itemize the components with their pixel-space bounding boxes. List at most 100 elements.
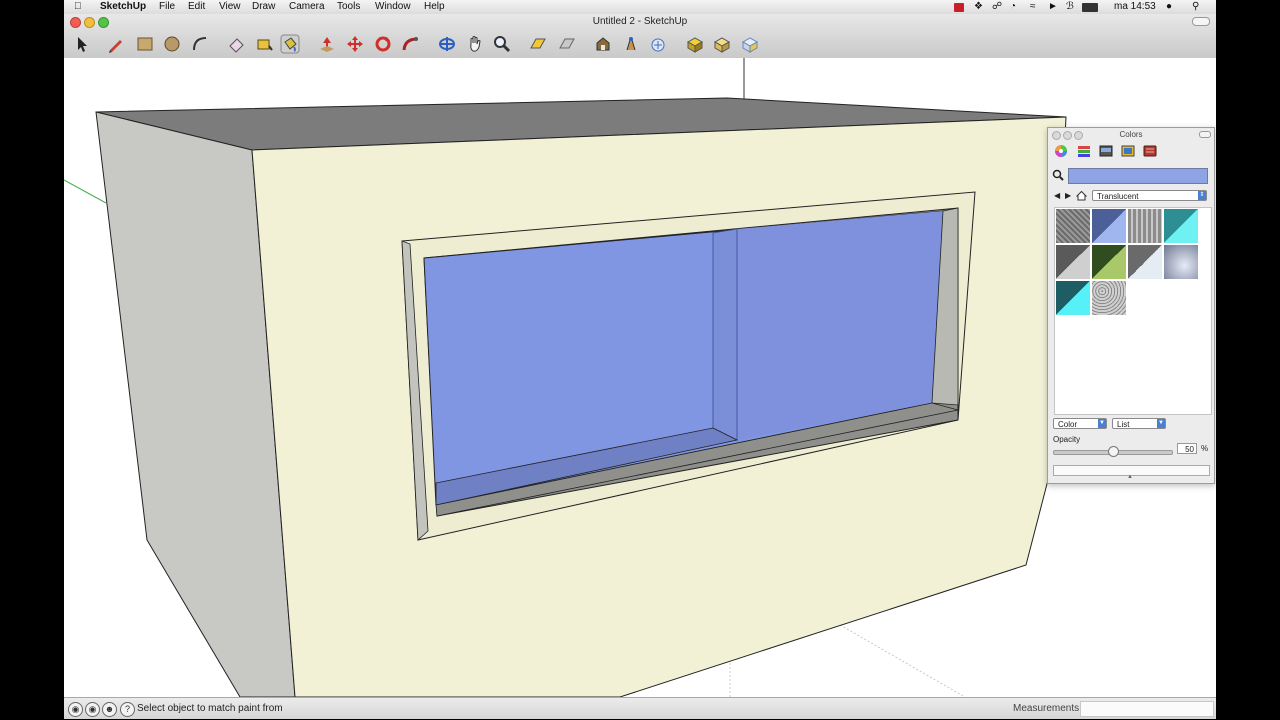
menu-tools[interactable]: Tools	[337, 1, 360, 13]
view-mode-value: List	[1117, 420, 1130, 429]
color-mode-value: Color	[1058, 420, 1078, 429]
section-plane-tool-icon[interactable]	[528, 34, 548, 54]
menu-bar:  SketchUp File Edit View Draw Camera To…	[64, 0, 1216, 15]
orbit-tool-icon[interactable]	[437, 34, 457, 54]
material-tile[interactable]	[1056, 209, 1090, 243]
materials-grid	[1054, 207, 1212, 415]
colors-panel-title: Colors	[1119, 130, 1143, 139]
apple-icon[interactable]: 	[74, 1, 82, 13]
tape-measure-tool-icon[interactable]	[254, 34, 274, 54]
resize-handle-icon[interactable]: ▲	[1127, 474, 1133, 480]
back-arrow-icon[interactable]: ◀	[1054, 191, 1060, 200]
menu-help[interactable]: Help	[424, 1, 445, 13]
clock[interactable]: ma 14:53	[1114, 1, 1156, 13]
geolocation-icon[interactable]: ◉	[68, 702, 83, 717]
credits-icon[interactable]: ◉	[85, 702, 100, 717]
eraser-tool-icon[interactable]	[226, 34, 246, 54]
bluetooth-icon[interactable]: ℬ	[1066, 1, 1074, 13]
extension-tool-icon[interactable]	[685, 34, 705, 54]
window-title: Untitled 2 - SketchUp	[592, 16, 688, 27]
user-account-icon[interactable]: ☻	[102, 702, 117, 717]
forward-arrow-icon[interactable]: ▶	[1065, 191, 1071, 200]
warehouse-tool-icon[interactable]	[593, 34, 613, 54]
material-tile[interactable]	[1164, 245, 1198, 279]
share-tool-icon[interactable]	[648, 34, 668, 54]
material-tile[interactable]	[1092, 281, 1126, 315]
status-bar: ◉ ◉ ☻ ? Select object to match paint fro…	[64, 697, 1216, 719]
zoom-tool-icon[interactable]	[492, 34, 512, 54]
flag-icon[interactable]	[954, 3, 964, 12]
opacity-label: Opacity	[1053, 435, 1081, 444]
rectangle-tool-icon[interactable]	[135, 34, 155, 54]
color-palettes-icon[interactable]	[1099, 144, 1113, 158]
color-mode-select[interactable]: Color ▼	[1053, 418, 1107, 429]
spotlight-icon[interactable]: ⚲	[1192, 1, 1199, 13]
volume-icon[interactable]: ►	[1048, 1, 1058, 13]
glass-pane-right	[737, 211, 943, 440]
image-palettes-icon[interactable]	[1121, 144, 1135, 158]
material-tile[interactable]	[1056, 245, 1090, 279]
battery-icon[interactable]	[1082, 3, 1098, 12]
colors-panel: Colors ◀ ▶ Translucent ⇕ Color ▼ List ▼ …	[1047, 127, 1215, 484]
help-icon[interactable]: ?	[120, 702, 135, 717]
material-tile[interactable]	[1128, 209, 1162, 243]
toolbar-toggle-button[interactable]	[1192, 17, 1210, 26]
color-sliders-icon[interactable]	[1077, 144, 1091, 158]
menu-draw[interactable]: Draw	[252, 1, 275, 13]
menu-app-name[interactable]: SketchUp	[100, 1, 146, 13]
opacity-unit: %	[1201, 444, 1209, 453]
move-tool-icon[interactable]	[345, 34, 365, 54]
menu-camera[interactable]: Camera	[289, 1, 325, 13]
pan-tool-icon[interactable]	[465, 34, 485, 54]
rotate-tool-icon[interactable]	[373, 34, 393, 54]
menu-file[interactable]: File	[159, 1, 175, 13]
glass-divider	[712, 228, 738, 441]
green-axis	[64, 179, 107, 204]
paint-bucket-tool-icon[interactable]	[280, 34, 300, 54]
style-tool-icon[interactable]	[740, 34, 760, 54]
chevron-down-icon: ▼	[1098, 419, 1106, 428]
chevron-down-icon: ▼	[1157, 419, 1165, 428]
layout-tool-icon[interactable]	[712, 34, 732, 54]
share-icon[interactable]: ☍	[992, 1, 1002, 13]
material-tile[interactable]	[1056, 281, 1090, 315]
material-tile[interactable]	[1092, 209, 1126, 243]
color-wheel-icon[interactable]	[1054, 144, 1068, 158]
section-display-tool-icon[interactable]	[557, 34, 577, 54]
circle-tool-icon[interactable]	[162, 34, 182, 54]
material-tile[interactable]	[1092, 245, 1126, 279]
opacity-slider-knob[interactable]	[1107, 446, 1119, 457]
model-canvas[interactable]	[64, 58, 1216, 697]
red-axis-hidden	[839, 624, 966, 697]
current-color-swatch[interactable]	[1068, 168, 1208, 184]
select-tool-icon[interactable]	[72, 34, 92, 54]
material-library-select[interactable]: Translucent ⇕	[1092, 190, 1207, 201]
status-message: Select object to match paint from	[137, 703, 283, 714]
opacity-value-field[interactable]: 50	[1177, 443, 1197, 454]
model-viewport[interactable]	[64, 58, 1216, 697]
home-icon[interactable]	[1076, 190, 1087, 201]
window-titlebar: Untitled 2 - SketchUp	[64, 14, 1216, 59]
menu-window[interactable]: Window	[375, 1, 411, 13]
follow-me-tool-icon[interactable]	[401, 34, 421, 54]
user-icon[interactable]: ●	[1166, 1, 1172, 13]
panel-toolbar-toggle[interactable]	[1199, 131, 1211, 138]
menu-view[interactable]: View	[219, 1, 241, 13]
wifi-icon[interactable]: ≈	[1030, 1, 1036, 13]
material-library-value: Translucent	[1097, 192, 1139, 201]
arc-tool-icon[interactable]	[190, 34, 210, 54]
view-mode-select[interactable]: List ▼	[1112, 418, 1166, 429]
material-tile[interactable]	[1128, 245, 1162, 279]
sync-icon[interactable]: ◔	[1010, 1, 1016, 13]
eyedropper-search-icon[interactable]	[1052, 169, 1064, 181]
measurements-input[interactable]	[1080, 701, 1214, 717]
menu-edit[interactable]: Edit	[188, 1, 205, 13]
chevron-updown-icon: ⇕	[1198, 191, 1206, 200]
measurements-label: Measurements	[1013, 703, 1080, 714]
material-tile[interactable]	[1164, 209, 1198, 243]
crayons-icon[interactable]	[1143, 144, 1157, 158]
dropbox-icon[interactable]: ❖	[974, 1, 983, 13]
pencil-tool-icon[interactable]	[106, 34, 126, 54]
push-pull-tool-icon[interactable]	[317, 34, 337, 54]
component-tool-icon[interactable]	[621, 34, 641, 54]
